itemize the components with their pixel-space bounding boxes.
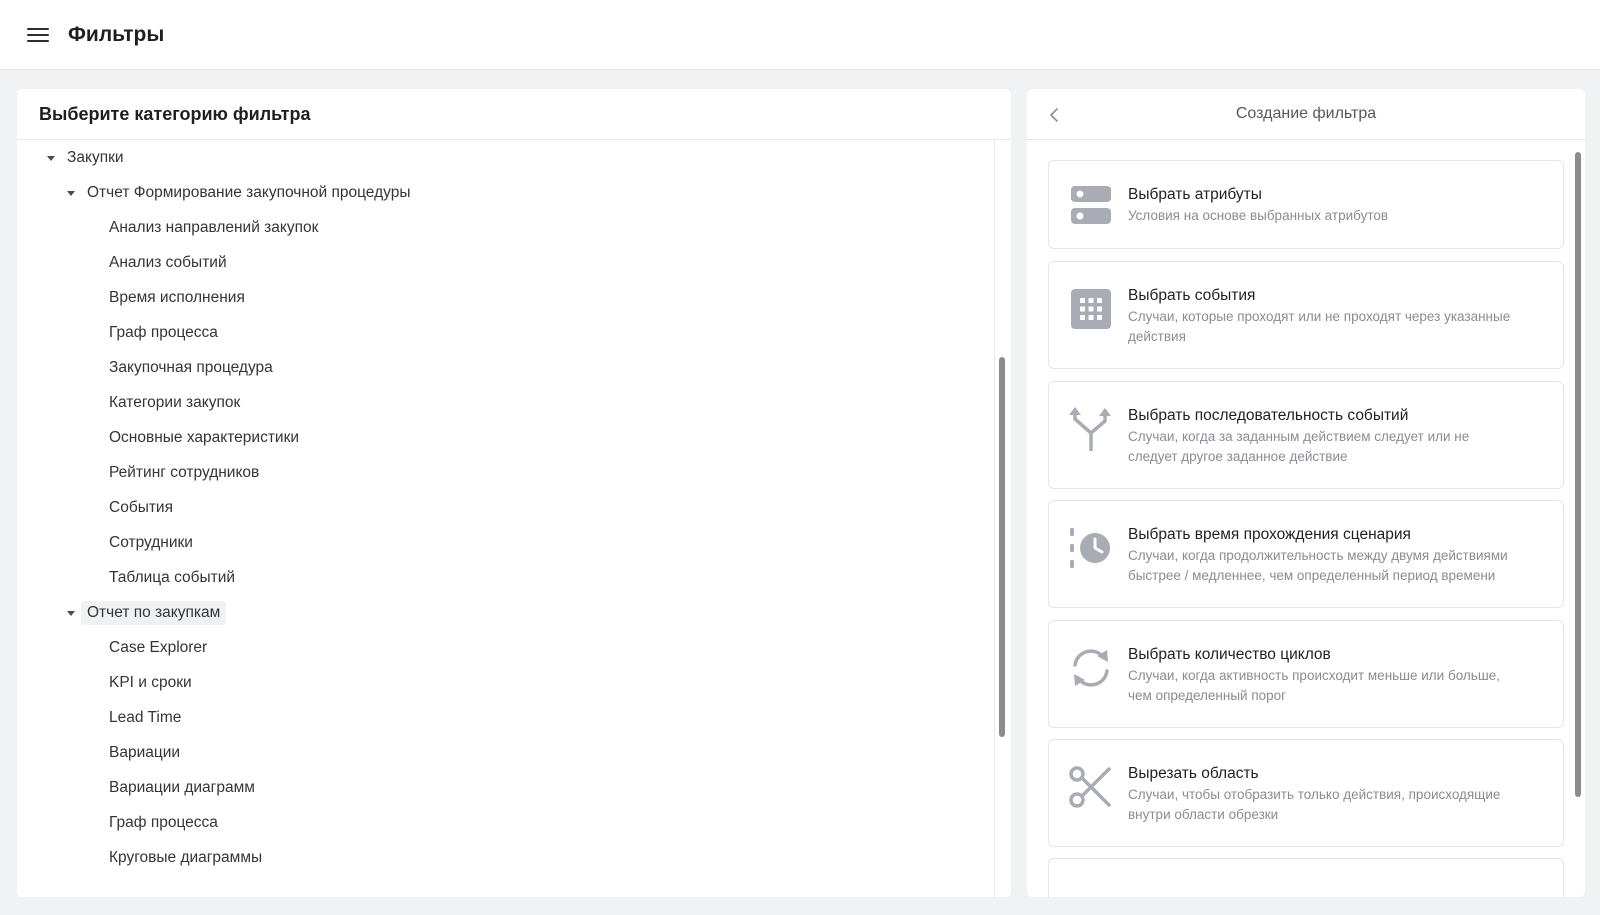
tree-scrollbar[interactable] <box>999 357 1005 737</box>
filter-card-title: Выбрать события <box>1128 287 1256 304</box>
clock-icon <box>1070 528 1110 568</box>
caret-down-icon[interactable] <box>67 190 75 196</box>
attributes-icon <box>1071 186 1111 224</box>
filter-card-desc: Случаи, когда активность происходит мень… <box>1128 668 1500 703</box>
filter-card-desc: Случаи, когда продолжительность между дв… <box>1128 548 1508 583</box>
tree-item[interactable]: Закупочная процедура <box>109 355 273 381</box>
tree-item[interactable]: Анализ событий <box>109 250 227 276</box>
tree-item-report-po-zakupkam[interactable]: Отчет по закупкам <box>67 600 227 626</box>
filter-card-title: Выбрать атрибуты <box>1128 186 1262 203</box>
tree-item[interactable]: Время исполнения <box>109 285 245 311</box>
tree-item[interactable]: Case Explorer <box>109 635 207 661</box>
create-filter-panel: Создание фильтра Выбрать атрибуты Услови… <box>1027 89 1585 897</box>
tree-item[interactable]: Рейтинг сотрудников <box>109 460 259 486</box>
filter-card-cut-area[interactable]: Вырезать область Случаи, чтобы отобразит… <box>1048 739 1564 847</box>
grid-icon <box>1071 289 1111 329</box>
top-bar: Фильтры <box>0 0 1600 70</box>
filter-card-title: Выбрать количество циклов <box>1128 646 1331 663</box>
tree-item[interactable]: События <box>109 495 173 521</box>
tree-item[interactable]: Анализ направлений закупок <box>109 215 318 241</box>
tree-item[interactable]: Категории закупок <box>109 390 240 416</box>
filter-card-desc: Случаи, чтобы отобразить только действия… <box>1128 787 1501 822</box>
filter-card-title: Выбрать время прохождения сценария <box>1128 526 1411 543</box>
caret-down-icon[interactable] <box>47 155 55 161</box>
create-filter-header: Создание фильтра <box>1027 89 1585 140</box>
filter-card-partial[interactable] <box>1048 858 1564 897</box>
filter-card-title: Выбрать последовательность событий <box>1128 407 1409 424</box>
hamburger-icon[interactable] <box>27 23 51 47</box>
filter-card-cycles[interactable]: Выбрать количество циклов Случаи, когда … <box>1048 620 1564 728</box>
tree-item[interactable]: Таблица событий <box>109 565 235 591</box>
tree-item[interactable]: KPI и сроки <box>109 670 192 696</box>
tree-item[interactable]: Вариации <box>109 740 180 766</box>
bottom-strip <box>0 897 1600 915</box>
tree-item[interactable]: Сотрудники <box>109 530 193 556</box>
page-title: Фильтры <box>68 22 165 46</box>
filter-card-events[interactable]: Выбрать события Случаи, которые проходят… <box>1048 261 1564 369</box>
tree-item[interactable]: Основные характеристики <box>109 425 299 451</box>
category-panel-title: Выберите категорию фильтра <box>17 89 1011 140</box>
filter-card-desc: Случаи, которые проходят или не проходят… <box>1128 309 1511 344</box>
caret-down-icon[interactable] <box>67 610 75 616</box>
tree-item-zakupki[interactable]: Закупки <box>47 145 124 171</box>
chevron-left-icon[interactable] <box>1047 106 1063 124</box>
category-panel: Выберите категорию фильтра Закупки Отчет… <box>17 89 1011 897</box>
filter-card-sequence[interactable]: Выбрать последовательность событий Случа… <box>1048 381 1564 489</box>
tree-item[interactable]: Круговые диаграммы <box>109 845 262 871</box>
tree-item-report-formirovanie[interactable]: Отчет Формирование закупочной процедуры <box>67 180 410 206</box>
filter-card-attributes[interactable]: Выбрать атрибуты Условия на основе выбра… <box>1048 160 1564 249</box>
tree-item[interactable]: Граф процесса <box>109 810 218 836</box>
fork-icon <box>1069 407 1111 451</box>
category-tree: Закупки Отчет Формирование закупочной пр… <box>17 140 995 897</box>
filter-card-desc: Условия на основе выбранных атрибутов <box>1128 208 1389 223</box>
create-filter-title: Создание фильтра <box>1235 105 1377 122</box>
tree-item[interactable]: Lead Time <box>109 705 181 731</box>
filter-card-title: Вырезать область <box>1128 765 1259 782</box>
refresh-icon <box>1073 649 1109 687</box>
tree-item[interactable]: Граф процесса <box>109 320 218 346</box>
filter-card-desc: Случаи, когда за заданным действием след… <box>1128 429 1470 464</box>
filter-card-duration[interactable]: Выбрать время прохождения сценария Случа… <box>1048 500 1564 608</box>
filter-list-scrollbar[interactable] <box>1575 152 1581 797</box>
tree-item[interactable]: Вариации диаграмм <box>109 775 255 801</box>
scissors-icon <box>1069 766 1111 808</box>
